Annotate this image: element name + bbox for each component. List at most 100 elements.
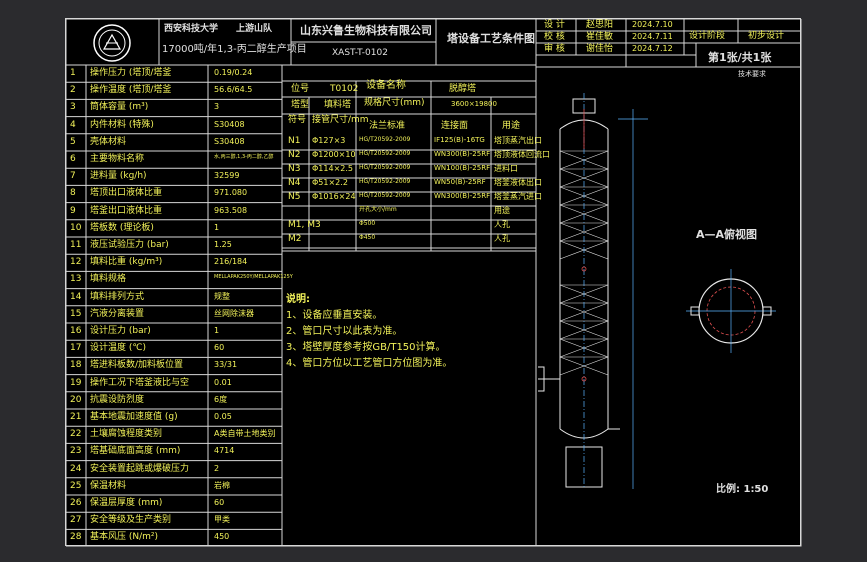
spec-row-value: 971.080 [214, 188, 248, 198]
scale-label: 比例: 1:50 [716, 484, 769, 495]
team-name: 上游山队 [236, 24, 273, 34]
role-name: 谢佳怡 [586, 44, 614, 54]
spec-row-value: 0.19/0.24 [214, 68, 253, 77]
spec-row-number: 24 [70, 463, 82, 474]
spec-row-name: 设计压力 (bar) [90, 326, 151, 336]
spec-row-value: 33/31 [214, 360, 238, 370]
spec-row-value: 0.05 [214, 412, 232, 421]
note-line: 4、管口方位以工艺管口方位图为准。 [286, 358, 453, 369]
nozzle-header-symbol: 符号 [288, 115, 307, 125]
nozzle-flange: HG/T20592-2009 [359, 192, 411, 199]
nozzle-size: Φ114×2.5 [312, 164, 353, 173]
role-label: 设 计 [544, 20, 565, 30]
nozzle-flange: Φ450 [359, 234, 376, 241]
spec-row-name: 进料量 (kg/h) [90, 171, 147, 182]
spec-row-value: 1.25 [214, 240, 232, 249]
nozzle-flange: 开孔大小/mm [359, 206, 397, 213]
spec-row-number: 15 [70, 308, 82, 319]
tower-elevation-drawing [538, 93, 648, 489]
role-date: 2024.7.10 [632, 20, 673, 29]
note-line: 2、管口尺寸以此表为准。 [286, 326, 403, 337]
role-label: 校 核 [544, 32, 565, 42]
nozzle-symbol: N1 [288, 136, 301, 146]
spec-row-name: 塔板数 (理论板) [90, 222, 154, 233]
spec-row-value: S30408 [214, 119, 245, 129]
nozzle-use: 塔釜液体出口 [494, 178, 542, 187]
role-date: 2024.7.12 [632, 44, 673, 53]
spec-row-value: 2 [214, 463, 220, 473]
spec-row-number: 14 [70, 291, 82, 302]
role-name: 崔佳敏 [586, 32, 614, 42]
spec-row-name: 筒体容量 (m³) [90, 102, 149, 113]
spec-row-value: 60 [214, 498, 225, 507]
spec-row-name: 操作压力 (塔顶/塔釜 [90, 68, 172, 78]
spec-row-number: 13 [70, 274, 82, 285]
nozzle-face: WN300(B)-25RF [434, 150, 491, 158]
spec-row-value: 丝网除沫器 [214, 308, 254, 318]
size-label: 规格尺寸(mm) [364, 98, 425, 108]
spec-row-value: 216/184 [214, 257, 248, 267]
nozzle-header-use: 用途 [502, 121, 521, 131]
spec-row-value: 1 [214, 222, 220, 232]
nozzle-symbol: M2 [288, 234, 302, 244]
spec-row-name: 塔釜出口液体比重 [90, 205, 163, 216]
spec-row-name: 汽液分离装置 [90, 308, 145, 319]
spec-row-number: 9 [70, 205, 76, 216]
nozzle-header-size: 接管尺寸/mm [312, 115, 369, 125]
nozzle-face: WN100(B)-25RF [434, 164, 491, 172]
spec-row-value: 0.01 [214, 377, 232, 387]
nozzle-use: 塔釜蒸汽进口 [494, 192, 542, 201]
spec-row-value: A类自带土地类别 [214, 429, 276, 439]
nozzle-face: WN50(B)-25RF [434, 178, 486, 186]
nozzle-flange: Φ500 [359, 220, 376, 227]
spec-row-name: 设计温度 (℃) [90, 343, 146, 354]
drawing-title: 塔设备工艺条件图 [447, 32, 535, 45]
note-line: 1、设备应垂直安装。 [286, 310, 383, 321]
spec-row-number: 5 [70, 136, 76, 147]
equipment-name-label: 设备名称 [366, 80, 406, 91]
school-name: 西安科技大学 [164, 24, 219, 34]
tech-requirements-title: 技术要求 [738, 70, 766, 78]
spec-row-number: 12 [70, 257, 82, 268]
nozzle-symbol: M1, M3 [288, 220, 321, 230]
spec-row-number: 1 [70, 68, 76, 78]
spec-row-number: 17 [70, 343, 82, 354]
university-seal-icon [93, 24, 131, 62]
spec-row-name: 主要物料名称 [90, 154, 145, 164]
spec-row-name: 操作工况下塔釜液比与空 [90, 377, 190, 388]
type-label: 塔型 [291, 100, 310, 110]
nozzle-symbol: N2 [288, 150, 301, 160]
notes-title: 说明: [286, 294, 310, 305]
type-value: 填料塔 [324, 100, 352, 110]
spec-row-number: 10 [70, 222, 82, 233]
nozzle-flange: HG/T20592-2009 [359, 178, 411, 185]
nozzle-use: 塔顶蒸汽出口 [494, 136, 542, 145]
nozzle-flange: HG/T20592-2009 [359, 136, 411, 143]
nozzle-symbol: N5 [288, 192, 301, 202]
nozzle-size: Φ51×2.2 [312, 178, 348, 187]
nozzle-size: Φ127×3 [312, 136, 346, 145]
spec-row-name: 操作温度 (塔顶/塔釜 [90, 85, 172, 96]
spec-row-name: 壳体材料 [90, 136, 127, 147]
spec-row-number: 27 [70, 515, 82, 526]
spec-row-number: 19 [70, 377, 82, 388]
spec-row-number: 2 [70, 85, 76, 96]
spec-row-name: 基本地震加速度值 (g) [90, 412, 178, 422]
nozzle-flange: HG/T20592-2009 [359, 164, 411, 171]
spec-row-number: 4 [70, 119, 76, 130]
spec-row-value: 甲类 [214, 515, 230, 525]
tag-value: T0102 [330, 84, 359, 94]
spec-row-value: 963.508 [214, 205, 248, 215]
spec-row-number: 16 [70, 326, 82, 336]
spec-row-name: 土壤腐蚀程度类别 [90, 429, 163, 440]
drawing-sheet: 西安科技大学 上游山队 17000吨/年1,3-丙二醇生产项目 山东兴鲁生物科技… [65, 18, 802, 547]
nozzle-use: 人孔 [494, 220, 510, 229]
spec-row-name: 填料比重 (kg/m³) [90, 257, 163, 268]
note-line: 3、塔壁厚度参考按GB/T150计算。 [286, 342, 446, 353]
stage-label: 设计阶段 [689, 31, 726, 41]
spec-row-number: 20 [70, 394, 82, 405]
nozzle-flange: HG/T20592-2009 [359, 150, 411, 157]
spec-row-number: 25 [70, 480, 82, 491]
section-view-drawing [686, 269, 776, 353]
nozzle-symbol: N4 [288, 178, 301, 188]
